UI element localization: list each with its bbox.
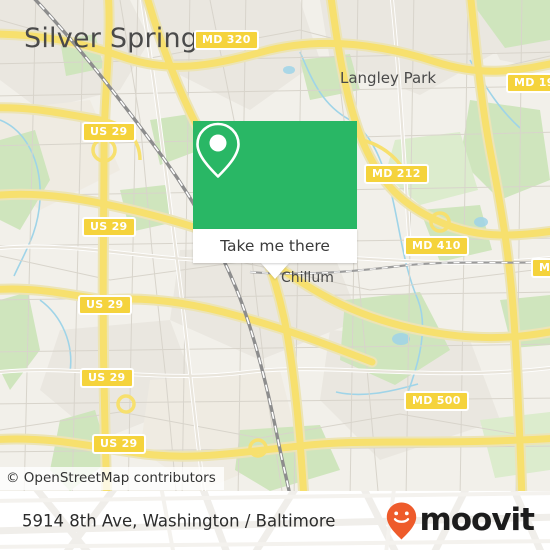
map-canvas[interactable]: Silver Spring Langley Park Chillum MD 32… — [0, 0, 550, 491]
highway-shield-us-29-2: US 29 — [82, 217, 136, 237]
map-pin-icon — [196, 122, 240, 178]
footer-bar: 5914 8th Ave, Washington / Baltimore moo… — [0, 491, 550, 550]
highway-shield-md-320: MD 320 — [194, 30, 259, 50]
address-label: 5914 8th Ave, Washington / Baltimore — [22, 511, 336, 530]
map-label-langley-park: Langley Park — [340, 69, 437, 87]
highway-shield-md-193: MD 193 — [506, 73, 550, 93]
osm-attribution[interactable]: © OpenStreetMap contributors — [0, 467, 224, 490]
highway-shield-us-29-5: US 29 — [92, 434, 146, 454]
callout-pointer — [261, 263, 289, 279]
highway-shield-md-500: MD 500 — [404, 391, 469, 411]
moovit-logo[interactable]: moovit — [385, 501, 535, 541]
moovit-smiley-pin-icon — [387, 502, 417, 539]
highway-shield-us-29-3: US 29 — [78, 295, 132, 315]
take-me-there-button[interactable]: Take me there — [193, 229, 357, 263]
location-callout[interactable]: Take me there — [193, 121, 357, 279]
highway-shield-md-212: MD 212 — [364, 164, 429, 184]
highway-shield-md-cutoff: MD — [531, 258, 550, 278]
screenshot-root: Silver Spring Langley Park Chillum MD 32… — [0, 0, 550, 550]
moovit-wordmark: moovit — [419, 502, 535, 538]
highway-shield-us-29-4: US 29 — [80, 368, 134, 388]
highway-shield-md-410: MD 410 — [404, 236, 469, 256]
callout-image-panel — [193, 121, 357, 229]
map-label-silver-spring: Silver Spring — [24, 23, 199, 54]
highway-shield-us-29-1: US 29 — [82, 122, 136, 142]
